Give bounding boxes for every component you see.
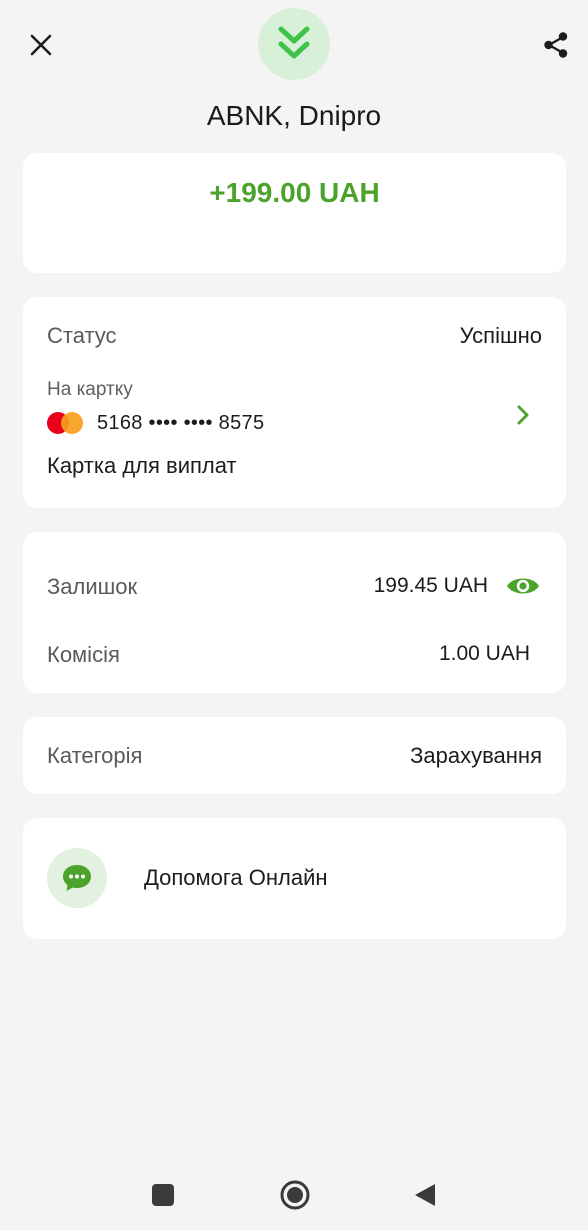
transaction-details-screen: ABNK, Dnipro +199.00 UAH Статус Успішно … — [0, 0, 588, 1230]
status-label: Статус — [47, 323, 117, 348]
chat-icon-wrap — [47, 848, 107, 908]
transaction-type-badge — [258, 8, 330, 80]
balance-card: Залишок 199.45 UAH Комісія 1.00 UAH — [23, 532, 566, 693]
top-bar — [0, 0, 588, 100]
chat-bubble-icon — [63, 865, 91, 891]
category-label: Категорія — [47, 743, 143, 768]
fee-value: 1.00 UAH — [438, 642, 530, 665]
share-button[interactable] — [536, 26, 576, 64]
close-icon — [30, 34, 52, 56]
close-button[interactable] — [22, 26, 60, 64]
to-card-label: На картку — [47, 379, 133, 400]
amount-card: +199.00 UAH — [23, 153, 566, 273]
double-chevron-down-icon — [278, 26, 310, 59]
chevron-right-icon[interactable] — [513, 403, 533, 427]
back-icon[interactable] — [413, 1182, 437, 1208]
recent-apps-icon[interactable] — [152, 1184, 174, 1206]
category-card[interactable]: Категорія Зарахування — [23, 717, 566, 794]
online-help-button[interactable]: Допомога Онлайн — [23, 818, 566, 939]
category-value: Зарахування — [410, 743, 542, 768]
balance-value: 199.45 UAH — [373, 574, 488, 597]
balance-label: Залишок — [47, 574, 138, 599]
mastercard-icon — [47, 411, 85, 435]
card-number: 5168 •••• •••• 8575 — [97, 411, 265, 434]
eye-icon[interactable] — [505, 573, 541, 599]
system-nav-bar — [0, 1160, 588, 1230]
card-name: Картка для виплат — [47, 453, 237, 478]
transaction-amount: +199.00 UAH — [209, 177, 380, 208]
share-icon — [544, 32, 568, 58]
fee-label: Комісія — [47, 642, 120, 667]
card-number-row[interactable]: 5168 •••• •••• 8575 — [47, 410, 264, 436]
status-card: Статус Успішно На картку 5168 •••• •••• … — [23, 297, 566, 508]
home-icon[interactable] — [279, 1179, 311, 1211]
help-label: Допомога Онлайн — [144, 865, 328, 890]
merchant-name: ABNK, Dnipro — [206, 100, 382, 131]
status-value: Успішно — [459, 323, 542, 348]
